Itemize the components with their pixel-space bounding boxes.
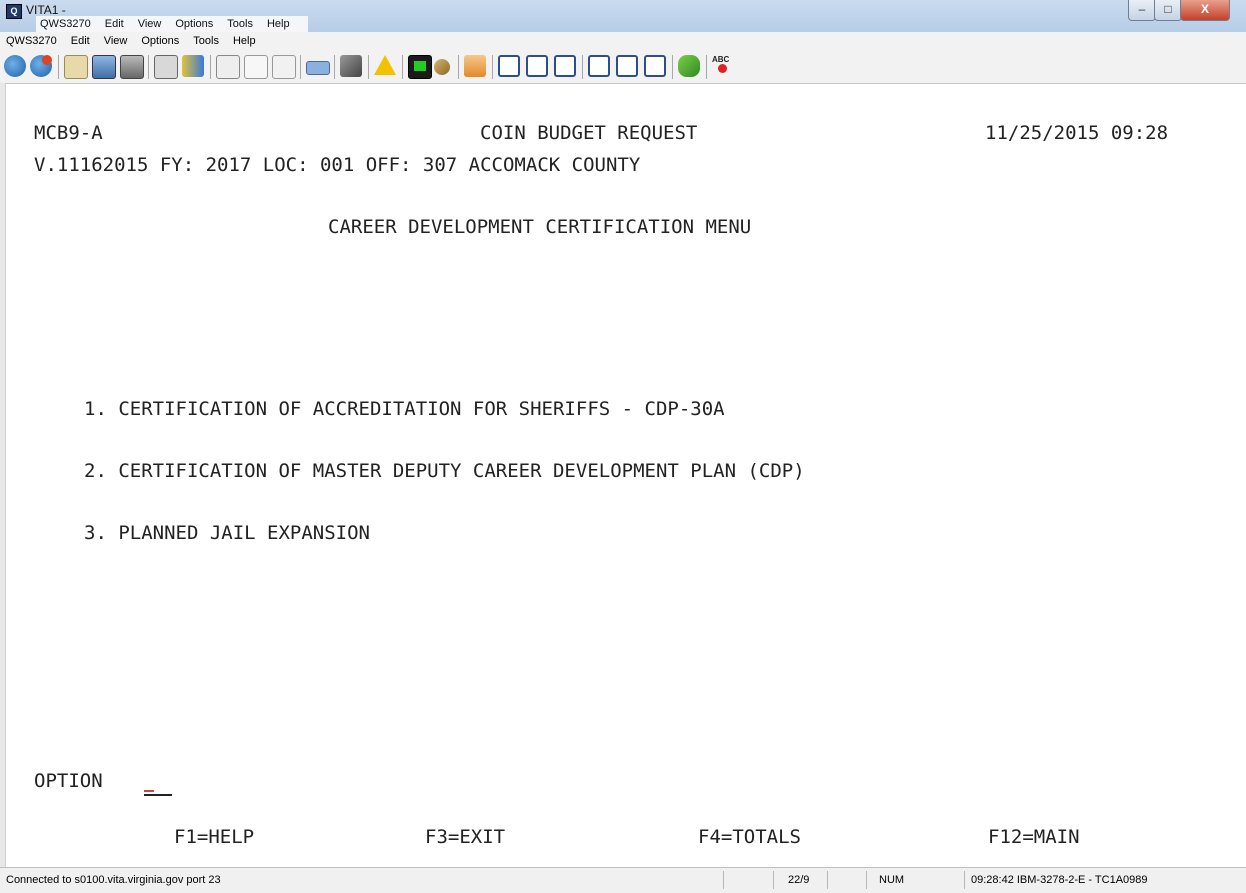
option-label: OPTION [34, 770, 103, 792]
tab-icon[interactable] [554, 55, 576, 77]
toolbar-separator [148, 55, 149, 79]
toolbar-separator [458, 55, 459, 79]
toolbar: ABC [0, 49, 1246, 84]
app-title: COIN BUDGET REQUEST [480, 122, 698, 144]
screen-capture-icon[interactable] [92, 55, 116, 79]
menu-view[interactable]: View [104, 35, 128, 47]
toolbar-separator [58, 55, 59, 79]
status-bar: Connected to s0100.vita.virginia.gov por… [0, 867, 1246, 893]
home-icon[interactable] [464, 55, 486, 77]
screen-id: MCB9-A [34, 122, 103, 144]
status-empty-cell [827, 871, 858, 889]
print-icon[interactable] [120, 55, 144, 79]
num-lock-indicator: NUM [866, 871, 929, 889]
field-icon[interactable] [526, 55, 548, 77]
connection-status: Connected to s0100.vita.virginia.gov por… [6, 874, 221, 886]
toolbar-separator [706, 55, 707, 79]
cut-icon[interactable] [216, 55, 240, 79]
script-icon[interactable] [678, 55, 700, 77]
app-icon: Q [6, 4, 22, 19]
function-key-f4[interactable]: F4=TOTALS [698, 826, 801, 848]
overlay-menu-qws3270[interactable]: QWS3270 [40, 16, 91, 32]
menu-option-3: 3. PLANNED JAIL EXPANSION [84, 522, 370, 544]
wrench-icon[interactable] [434, 59, 450, 75]
disconnect-icon[interactable] [30, 55, 52, 77]
session-info: 09:28:42 IBM-3278-2-E - TC1A0989 [964, 871, 1148, 889]
function-key-f3[interactable]: F3=EXIT [425, 826, 505, 848]
overlay-menu: QWS3270 Edit View Options Tools Help [36, 16, 308, 32]
warning-icon[interactable] [374, 55, 396, 77]
transfer-icon[interactable] [182, 55, 204, 77]
datetime: 11/25/2015 09:28 [985, 122, 1169, 144]
spellcheck-icon[interactable]: ABC [712, 55, 734, 77]
menu-options[interactable]: Options [141, 35, 179, 47]
enter-icon[interactable] [498, 55, 520, 77]
overlay-menu-options[interactable]: Options [175, 16, 213, 32]
snapshot-icon[interactable] [154, 55, 178, 79]
menu-option-2: 2. CERTIFICATION OF MASTER DEPUTY CAREER… [84, 460, 805, 482]
toolbar-separator [334, 55, 335, 79]
window-title: VITA1 - [26, 3, 66, 17]
text-cursor [144, 790, 154, 792]
toolbar-separator [582, 55, 583, 79]
toolbar-separator [492, 55, 493, 79]
overlay-menu-view[interactable]: View [138, 16, 162, 32]
overlay-menu-help[interactable]: Help [267, 16, 290, 32]
copy-icon[interactable] [244, 55, 268, 79]
toolbar-separator [672, 55, 673, 79]
r1-icon[interactable] [588, 55, 610, 77]
menu-title: CAREER DEVELOPMENT CERTIFICATION MENU [328, 216, 752, 238]
money-icon[interactable] [64, 55, 88, 79]
menu-tools[interactable]: Tools [193, 35, 219, 47]
function-key-f12[interactable]: F12=MAIN [988, 826, 1080, 848]
toolbar-separator [210, 55, 211, 79]
toolbar-separator [300, 55, 301, 79]
minimize-button[interactable]: – [1128, 0, 1156, 21]
terminal-frame [0, 83, 6, 868]
cursor-position: 22/9 [773, 871, 828, 889]
toolbar-separator [368, 55, 369, 79]
r2-icon[interactable] [616, 55, 638, 77]
r3-icon[interactable] [644, 55, 666, 77]
overlay-menu-edit[interactable]: Edit [105, 16, 124, 32]
overlay-menu-tools[interactable]: Tools [227, 16, 253, 32]
paste-icon[interactable] [272, 55, 296, 79]
menu-qws3270[interactable]: QWS3270 [6, 35, 57, 47]
title-bar: Q VITA1 - QWS3270 Edit View Options Tool… [0, 0, 1246, 33]
status-empty-cell [723, 871, 770, 889]
close-button[interactable]: X [1180, 0, 1230, 21]
menu-help[interactable]: Help [233, 35, 256, 47]
maximize-button[interactable]: □ [1154, 0, 1182, 21]
function-key-f1[interactable]: F1=HELP [174, 826, 254, 848]
option-input-underline [144, 794, 172, 796]
keyboard-icon[interactable] [306, 61, 330, 75]
terminal-icon[interactable] [408, 55, 432, 79]
menu-edit[interactable]: Edit [71, 35, 90, 47]
menu-option-1: 1. CERTIFICATION OF ACCREDITATION FOR SH… [84, 398, 725, 420]
connect-icon[interactable] [4, 55, 26, 77]
menu-bar: QWS3270 Edit View Options Tools Help [0, 32, 1246, 49]
toolbar-separator [402, 55, 403, 79]
context-line: V.11162015 FY: 2017 LOC: 001 OFF: 307 AC… [34, 154, 641, 176]
macro-icon[interactable] [340, 55, 362, 77]
